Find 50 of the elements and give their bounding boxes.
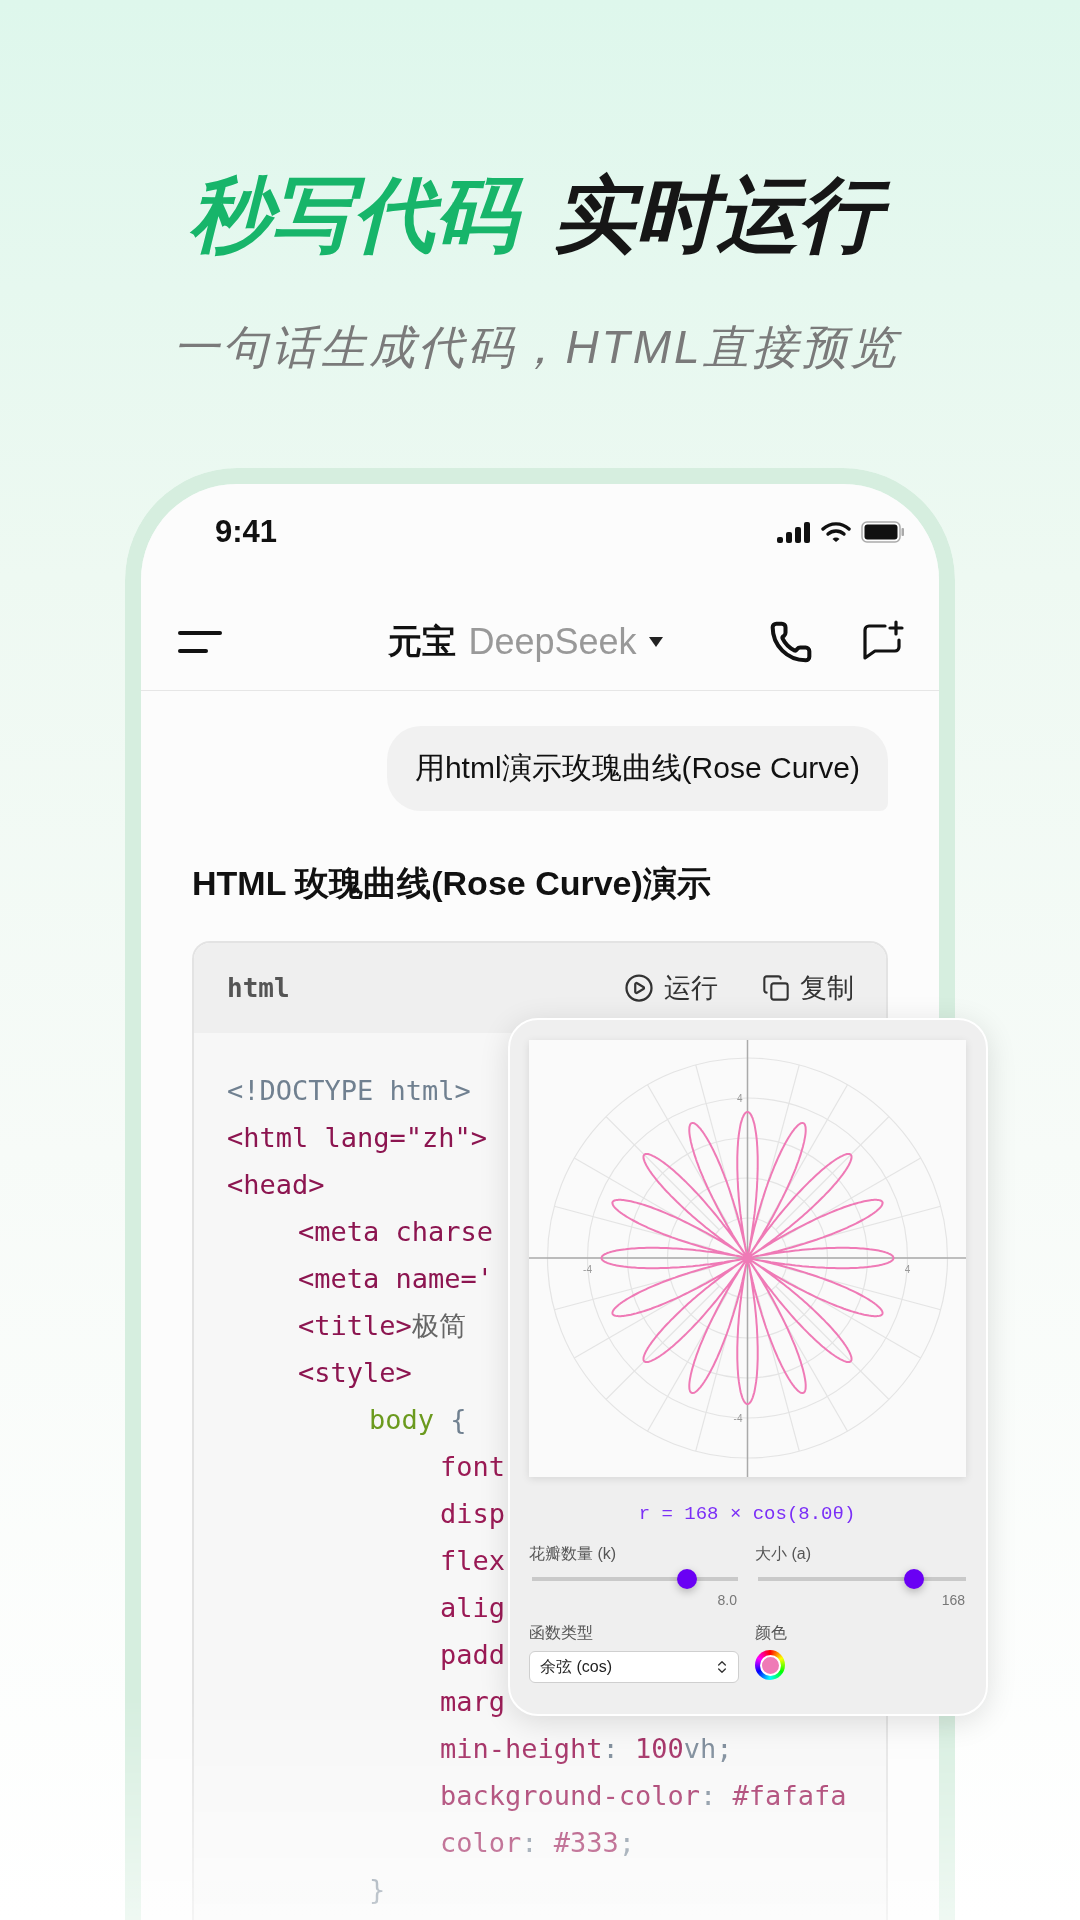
headline-text: 实时运行	[547, 160, 897, 270]
code-line: color: #333;	[440, 1826, 636, 1860]
code-line: min-height: 100vh;	[440, 1732, 733, 1766]
code-line: <html lang="zh">	[227, 1121, 488, 1155]
play-icon	[624, 973, 654, 1003]
formula: r = 168 × cos(8.0θ)	[638, 1502, 856, 1526]
status-time: 9:41	[215, 514, 278, 550]
wifi-icon	[821, 521, 851, 543]
caret-icon[interactable]	[648, 637, 663, 647]
slider-label: 花瓣数量 (k)	[529, 1544, 617, 1564]
slider-value: 168	[941, 1592, 965, 1608]
code-line: marg	[440, 1685, 506, 1719]
code-line: <meta name='	[298, 1262, 494, 1296]
code-line: padd	[440, 1638, 506, 1672]
code-line: <head>	[227, 1168, 325, 1202]
code-line: <title>极简	[298, 1309, 466, 1343]
code-line: flex	[440, 1544, 506, 1578]
assistant-name: 元宝	[388, 621, 457, 662]
signal-icon	[777, 521, 811, 543]
field-label: 颜色	[755, 1623, 787, 1643]
code-line: <style>	[298, 1356, 412, 1390]
phone-icon[interactable]	[769, 620, 813, 664]
axis-tick-label: 4	[736, 1093, 743, 1104]
field-label: 函数类型	[529, 1623, 593, 1643]
reply-heading: HTML 玫瑰曲线(Rose Curve)演示	[192, 863, 712, 904]
copy-button[interactable]: 复制	[762, 970, 854, 1006]
menu-icon[interactable]	[178, 630, 222, 654]
code-language: html	[227, 973, 290, 1003]
slider-label: 大小 (a)	[755, 1544, 811, 1564]
code-line: <!DOCTYPE html>	[227, 1074, 471, 1108]
slider-value: 8.0	[717, 1592, 737, 1608]
user-message: 用html演示玫瑰曲线(Rose Curve)	[386, 726, 888, 811]
battery-icon	[861, 521, 905, 543]
slider-thumb[interactable]	[904, 1569, 924, 1589]
code-line: body {	[369, 1403, 467, 1437]
code-line: font	[440, 1450, 506, 1484]
axis-tick-label: 4	[904, 1264, 911, 1275]
copy-icon	[762, 974, 790, 1002]
run-button[interactable]: 运行	[624, 970, 718, 1006]
headline-text: 秒写代码	[183, 160, 533, 270]
code-line: <meta charse	[298, 1215, 494, 1249]
axis-tick-label: -4	[733, 1413, 743, 1424]
code-line: disp	[440, 1497, 506, 1531]
axis-tick-label: -4	[583, 1264, 592, 1275]
code-line: alig	[440, 1591, 506, 1625]
subtitle: 一句话生成代码，HTML直接预览	[173, 317, 907, 377]
code-line: }	[369, 1873, 386, 1907]
code-line: background-color: #fafafa	[440, 1779, 847, 1813]
slider-thumb[interactable]	[676, 1569, 697, 1589]
function-select[interactable]: 余弦 (cos)	[529, 1651, 739, 1683]
